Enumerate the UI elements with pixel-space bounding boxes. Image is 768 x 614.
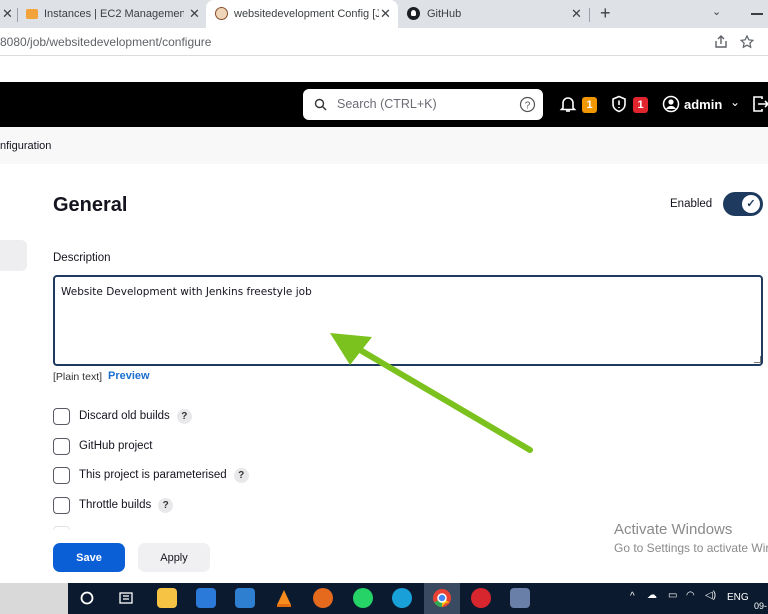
discard-old-builds-checkbox[interactable]: [53, 407, 70, 425]
github-project-label[interactable]: GitHub project: [79, 440, 153, 452]
search-placeholder: Search (CTRL+K): [337, 97, 437, 111]
opera-icon[interactable]: [471, 588, 491, 608]
tab-jenkins-close-icon[interactable]: ✕: [380, 6, 391, 22]
whatsapp-icon[interactable]: [353, 588, 373, 608]
store-icon[interactable]: [196, 588, 216, 608]
user-avatar-icon[interactable]: [662, 95, 680, 113]
cortana-icon[interactable]: [80, 591, 94, 605]
option-parameterised[interactable]: This project is parameterised ?: [53, 466, 249, 484]
user-menu-chevron-icon[interactable]: ⌄: [730, 95, 740, 109]
discard-old-builds-label[interactable]: Discard old builds: [79, 410, 170, 422]
clock-date[interactable]: 09-: [754, 601, 767, 611]
security-badge[interactable]: 1: [633, 97, 648, 113]
vlc-icon[interactable]: [274, 588, 294, 608]
tab-ec2[interactable]: Instances | EC2 Management Co ✕: [20, 0, 204, 28]
preview-link[interactable]: Preview: [108, 370, 150, 382]
tab-jenkins-label: websitedevelopment Config [Jen: [234, 8, 379, 20]
mail-icon[interactable]: [235, 588, 255, 608]
tab-jenkins-config[interactable]: websitedevelopment Config [Jen ✕: [206, 0, 398, 28]
network-app-icon[interactable]: [510, 588, 530, 608]
activate-windows-subtitle: Go to Settings to activate Wir: [614, 541, 768, 555]
cloud-icon[interactable]: ☁: [647, 590, 657, 601]
tab-github-close-icon[interactable]: ✕: [571, 6, 582, 22]
parameterised-label[interactable]: This project is parameterised: [79, 469, 227, 481]
help-circle-icon[interactable]: ?: [519, 96, 536, 113]
notifications-badge[interactable]: 1: [582, 97, 597, 113]
sidenav-item-general-selected[interactable]: [0, 240, 27, 271]
tab-github-label: GitHub: [427, 8, 462, 20]
option-github-project[interactable]: GitHub project: [53, 437, 153, 455]
file-explorer-icon[interactable]: [157, 588, 177, 608]
tab-github[interactable]: GitHub ✕: [400, 0, 588, 28]
firefox-icon[interactable]: [313, 588, 333, 608]
logout-icon[interactable]: [752, 95, 768, 113]
jenkins-favicon-icon: [215, 7, 228, 20]
annotation-arrow-icon: [330, 333, 533, 453]
volume-icon[interactable]: ◁): [705, 590, 716, 601]
activate-windows-title: Activate Windows: [614, 521, 733, 538]
tab-separator: [17, 8, 18, 22]
bookmark-star-icon[interactable]: [740, 35, 754, 49]
edge-icon[interactable]: [392, 588, 412, 608]
help-icon[interactable]: ?: [233, 467, 249, 483]
breadcrumb-bar: [0, 127, 768, 164]
github-favicon-icon: [407, 7, 420, 20]
throttle-builds-checkbox[interactable]: [53, 496, 70, 514]
plain-text-label: [Plain text]: [53, 371, 103, 383]
search-icon: [314, 98, 327, 111]
tab-close-partial[interactable]: ✕: [0, 0, 16, 28]
description-label: Description: [53, 252, 111, 264]
wifi-icon[interactable]: ◠: [686, 590, 695, 601]
resize-grip-icon[interactable]: [754, 356, 761, 363]
aws-favicon-icon: [26, 9, 38, 19]
user-menu-name[interactable]: admin: [684, 97, 722, 112]
section-title-general: General: [53, 194, 128, 216]
new-tab-button[interactable]: +: [600, 3, 611, 24]
enabled-label: Enabled: [670, 198, 713, 210]
help-icon[interactable]: ?: [158, 497, 174, 513]
task-view-icon[interactable]: [118, 590, 134, 606]
tab-ec2-close-icon[interactable]: ✕: [189, 6, 200, 22]
breadcrumb-current[interactable]: nfiguration: [0, 140, 51, 152]
github-project-checkbox[interactable]: [53, 437, 70, 455]
notifications-bell-icon[interactable]: [559, 95, 577, 113]
save-button[interactable]: Save: [53, 543, 125, 572]
address-bar[interactable]: 8080/job/websitedevelopment/configure: [0, 28, 768, 56]
apply-button[interactable]: Apply: [138, 543, 210, 572]
svg-text:?: ?: [525, 101, 531, 112]
check-icon: ✓: [742, 195, 760, 213]
tab-search-chevron-icon[interactable]: ⌄: [712, 5, 721, 18]
search-box[interactable]: Search (CTRL+K) ?: [303, 89, 543, 120]
url-text[interactable]: 8080/job/websitedevelopment/configure: [0, 35, 211, 49]
chrome-icon[interactable]: [432, 588, 452, 608]
option-throttle-builds[interactable]: Throttle builds ?: [53, 496, 174, 514]
tab-ec2-label: Instances | EC2 Management Co: [44, 8, 184, 20]
security-shield-icon[interactable]: [610, 95, 628, 113]
minimize-icon[interactable]: [751, 13, 763, 15]
battery-icon[interactable]: ▭: [668, 590, 677, 601]
share-icon[interactable]: [714, 35, 728, 49]
option-discard-old-builds[interactable]: Discard old builds ?: [53, 407, 192, 425]
parameterised-checkbox[interactable]: [53, 466, 70, 484]
tab-separator: [589, 8, 590, 22]
language-indicator[interactable]: ENG: [727, 592, 749, 603]
help-icon[interactable]: ?: [176, 408, 192, 424]
browser-tab-strip: ✕ Instances | EC2 Management Co ✕ websit…: [0, 0, 768, 28]
taskbar-search-area[interactable]: [0, 583, 68, 614]
enabled-toggle[interactable]: ✓: [723, 192, 763, 216]
tray-chevron-icon[interactable]: ^: [630, 591, 635, 602]
throttle-builds-label[interactable]: Throttle builds: [79, 499, 151, 511]
